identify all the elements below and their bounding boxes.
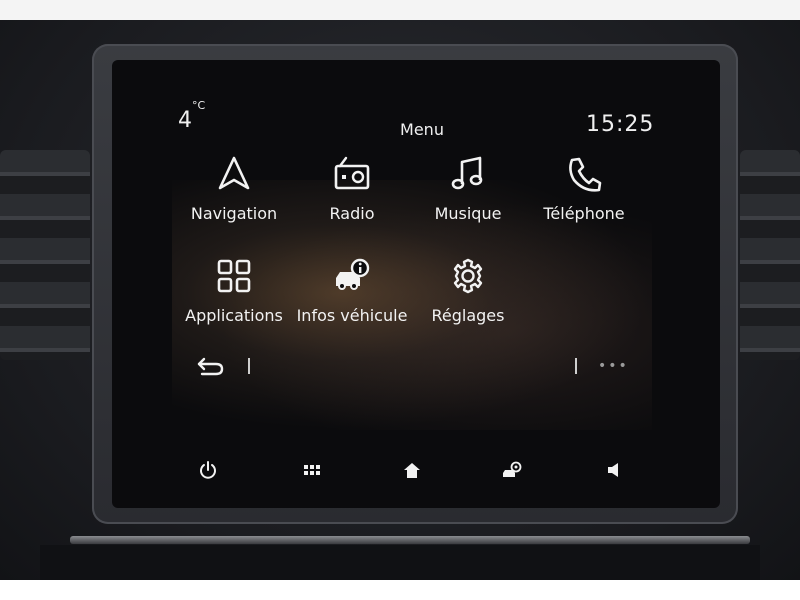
car-settings-icon <box>503 461 522 477</box>
menu-item-label: Musique <box>434 204 502 223</box>
vehicle-info-icon <box>336 258 370 290</box>
outside-temperature: 4°C <box>178 99 205 133</box>
power-button[interactable] <box>194 458 222 482</box>
left-air-vent <box>0 150 90 360</box>
home-button[interactable] <box>398 458 426 482</box>
temperature-value: 4 <box>178 108 192 133</box>
menu-item-label: Téléphone <box>543 204 625 223</box>
menu-item-label: Réglages <box>431 306 505 325</box>
menu-item-telephone[interactable]: Téléphone <box>526 148 642 240</box>
menu-item-label: Applications <box>185 306 283 325</box>
divider <box>248 358 250 374</box>
divider <box>575 358 577 374</box>
photo-top-border <box>0 0 800 20</box>
menu-item-reglages[interactable]: Réglages <box>410 250 526 342</box>
menu-nav-row: ••• <box>172 352 656 382</box>
menu-item-radio[interactable]: Radio <box>294 148 410 240</box>
menu-item-navigation[interactable]: Navigation <box>176 148 292 240</box>
volume-button[interactable] <box>600 458 628 482</box>
infotainment-screen: 4°C Menu 15:25 Navigation Radio Musique … <box>112 60 720 508</box>
photo-bottom-border <box>0 580 800 600</box>
menu-item-infos-vehicule[interactable]: Infos véhicule <box>294 250 410 342</box>
menu-item-label: Radio <box>329 204 375 223</box>
right-air-vent <box>740 150 800 360</box>
page-title: Menu <box>400 120 444 139</box>
home-icon <box>404 463 420 478</box>
menu-item-label: Infos véhicule <box>296 306 408 325</box>
music-note-icon <box>451 156 483 190</box>
menu-item-applications[interactable]: Applications <box>176 250 292 342</box>
apps-button[interactable] <box>298 458 326 482</box>
apps-grid-icon <box>217 259 251 293</box>
gear-icon <box>453 258 483 294</box>
temperature-unit: °C <box>192 98 206 112</box>
phone-icon <box>569 157 602 192</box>
volume-icon <box>608 463 618 477</box>
back-button[interactable] <box>196 354 226 378</box>
vehicle-settings-button[interactable] <box>498 458 526 482</box>
system-bar <box>152 452 680 488</box>
back-arrow-icon <box>197 357 224 376</box>
menu-item-label: Navigation <box>190 204 278 223</box>
power-icon <box>200 461 216 479</box>
menu-item-musique[interactable]: Musique <box>410 148 526 240</box>
radio-icon <box>334 156 370 190</box>
navigation-arrow-icon <box>218 156 250 190</box>
clock: 15:25 <box>586 112 655 137</box>
dashboard-trim <box>70 536 750 544</box>
dashboard-lower <box>40 545 760 580</box>
apps-icon <box>304 465 320 475</box>
